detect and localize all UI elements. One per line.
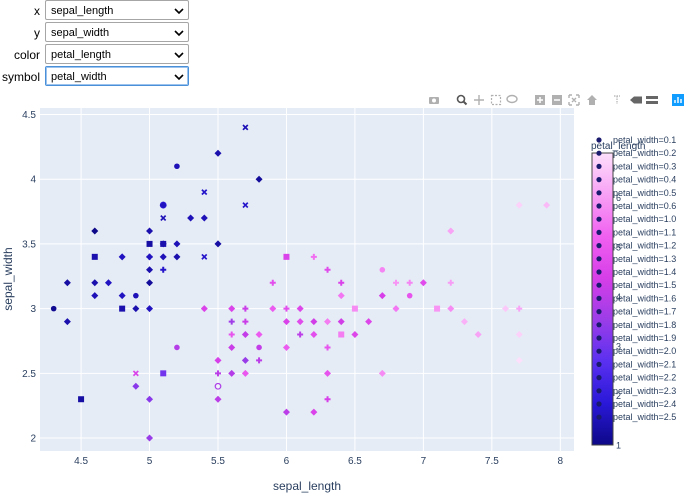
x-tick-label: 7 <box>421 456 427 467</box>
legend-marker <box>596 282 602 288</box>
y-tick-label: 2.5 <box>22 369 36 380</box>
legend-entry[interactable]: petal_width=1.9 <box>613 333 676 343</box>
legend-marker <box>596 295 602 301</box>
legend-entry[interactable]: petal_width=2.1 <box>613 359 676 369</box>
legend-entry[interactable]: petal_width=1.5 <box>613 280 676 290</box>
legend-entry[interactable]: petal_width=2.0 <box>613 346 676 356</box>
legend-entry[interactable]: petal_width=2.3 <box>613 386 676 396</box>
legend-marker <box>596 203 602 209</box>
x-tick-label: 7.5 <box>485 456 499 467</box>
legend-marker <box>596 348 602 354</box>
legend-marker <box>596 388 602 394</box>
data-point[interactable] <box>406 292 413 299</box>
legend-marker <box>596 335 602 341</box>
data-point[interactable] <box>283 253 290 260</box>
legend-marker <box>596 243 602 249</box>
legend-entry[interactable]: petal_width=1.4 <box>613 267 676 277</box>
data-point[interactable] <box>160 370 167 377</box>
y-tick-label: 2 <box>30 434 36 445</box>
y-tick-label: 4 <box>30 175 36 186</box>
data-point[interactable] <box>174 344 180 351</box>
hover-compare-icon[interactable] <box>646 96 658 104</box>
data-point[interactable] <box>119 305 126 312</box>
pan-icon[interactable] <box>474 95 484 105</box>
legend-entry[interactable]: petal_width=1.1 <box>613 227 676 237</box>
legend-marker <box>596 177 602 183</box>
legend-marker <box>596 150 602 156</box>
y-tick-label: 4.5 <box>22 110 36 121</box>
hover-closest-icon[interactable] <box>630 96 642 104</box>
legend-marker <box>596 414 602 420</box>
zoom-icon[interactable] <box>456 94 468 106</box>
data-point[interactable] <box>338 331 345 338</box>
data-point[interactable] <box>379 266 386 273</box>
legend-entry[interactable]: petal_width=0.3 <box>613 161 676 171</box>
y-tick-labels: 2 2.5 3 3.5 4 4.5 <box>22 110 36 445</box>
data-point[interactable] <box>174 163 180 170</box>
legend-entry[interactable]: petal_width=1.8 <box>613 320 676 330</box>
data-point[interactable] <box>434 305 441 312</box>
legend-entry[interactable]: petal_width=2.5 <box>613 412 676 422</box>
scatter-chart: 4.5 5 5.5 6 6.5 7 7.5 8 2 2.5 3 3.5 4 4.5 sepal_leng… <box>1 94 684 493</box>
plotly-logo-icon[interactable] <box>672 94 684 106</box>
data-point[interactable] <box>256 344 262 351</box>
lasso-icon[interactable] <box>506 94 518 104</box>
legend-entry[interactable]: petal_width=0.6 <box>613 201 676 211</box>
legend-marker <box>596 322 602 328</box>
colorbar-gradient <box>591 152 614 446</box>
y-tick-label: 3 <box>30 304 36 315</box>
data-point[interactable] <box>133 292 139 299</box>
data-point[interactable] <box>146 240 153 247</box>
legend-entry[interactable]: petal_width=0.2 <box>613 148 676 158</box>
zoom-out-icon[interactable] <box>552 95 562 105</box>
modebar <box>429 94 684 106</box>
x-tick-label: 5 <box>147 456 153 467</box>
y-axis-label: sepal_width <box>1 247 15 310</box>
zoom-in-icon[interactable] <box>535 95 545 105</box>
x-tick-label: 5.5 <box>211 456 225 467</box>
autoscale-icon[interactable] <box>568 94 580 106</box>
legend-marker <box>596 163 602 169</box>
legend-marker <box>596 216 602 222</box>
x-tick-label: 6.5 <box>348 456 362 467</box>
legend-entry[interactable]: petal_width=0.4 <box>613 175 676 185</box>
plot-area[interactable] <box>40 108 574 451</box>
legend-entry[interactable]: petal_width=2.2 <box>613 373 676 383</box>
legend-marker <box>596 256 602 262</box>
legend-marker <box>596 375 602 381</box>
data-point[interactable] <box>160 240 167 247</box>
data-point[interactable] <box>78 396 85 403</box>
legend-marker <box>596 137 602 143</box>
x-axis-label: sepal_length <box>273 479 341 493</box>
legend-marker <box>596 361 602 367</box>
x-tick-label: 8 <box>558 456 564 467</box>
legend-marker <box>596 269 602 275</box>
data-point[interactable] <box>351 305 358 312</box>
data-point[interactable] <box>50 305 57 312</box>
legend-entry[interactable]: petal_width=1.2 <box>613 241 676 251</box>
colorbar-tick-label: 1 <box>616 441 621 451</box>
legend-marker <box>596 401 602 407</box>
x-tick-labels: 4.5 5 5.5 6 6.5 7 7.5 8 <box>74 456 563 467</box>
spike-lines-icon[interactable] <box>614 95 620 104</box>
legend-marker <box>596 309 602 315</box>
reset-axes-icon[interactable] <box>587 95 597 105</box>
legend-entry[interactable]: petal_width=2.4 <box>613 399 676 409</box>
x-tick-label: 6 <box>284 456 290 467</box>
legend-entry[interactable]: petal_width=1.3 <box>613 254 676 264</box>
data-point[interactable] <box>91 253 98 260</box>
legend-entry[interactable]: petal_width=0.1 <box>613 135 676 145</box>
legend-marker <box>596 229 602 235</box>
legend-entry[interactable]: petal_width=1.7 <box>613 307 676 317</box>
legend-entry[interactable]: petal_width=1.0 <box>613 214 676 224</box>
x-tick-label: 4.5 <box>74 456 88 467</box>
legend-entry[interactable]: petal_width=0.5 <box>613 188 676 198</box>
legend-entry[interactable]: petal_width=1.6 <box>613 293 676 303</box>
camera-icon[interactable] <box>429 97 439 104</box>
y-tick-label: 3.5 <box>22 239 36 250</box>
legend-marker <box>596 190 602 196</box>
box-select-icon[interactable] <box>490 94 502 106</box>
